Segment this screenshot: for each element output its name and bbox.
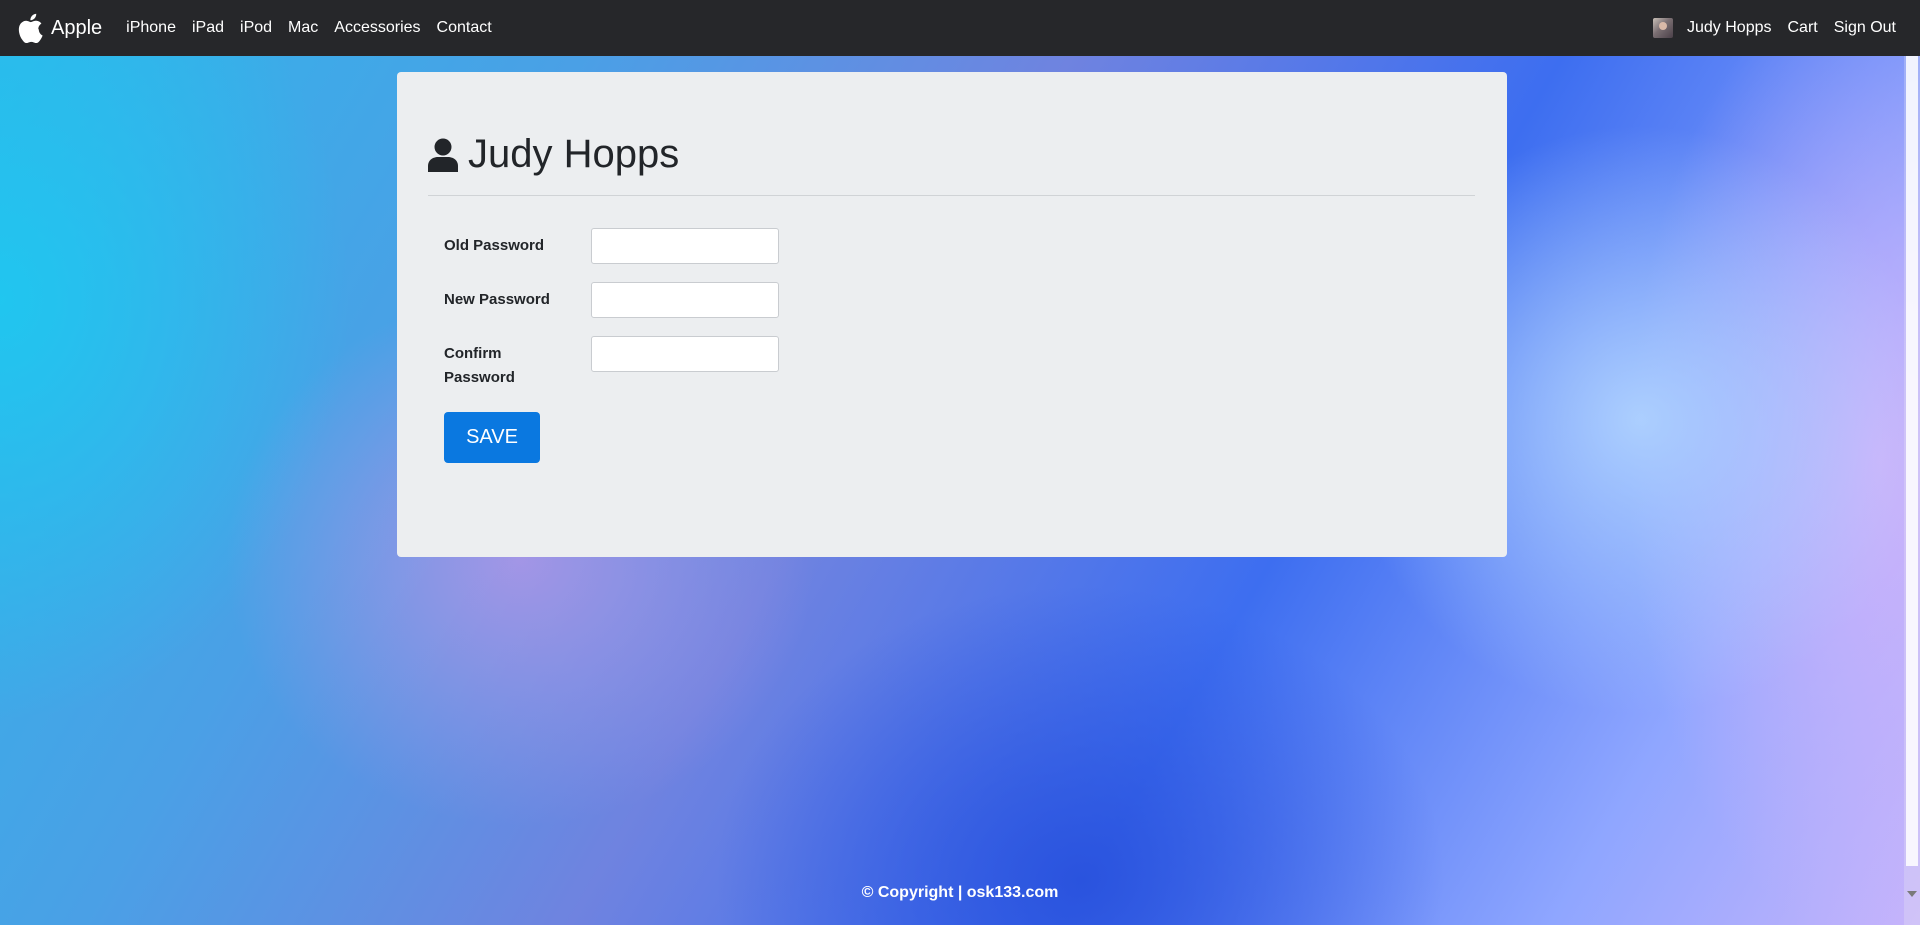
page-title: Judy Hopps bbox=[468, 132, 680, 176]
old-password-row: Old Password bbox=[444, 228, 779, 264]
main-nav: iPhone iPad iPod Mac Accessories Contact bbox=[126, 19, 508, 37]
nav-link-cart[interactable]: Cart bbox=[1788, 19, 1818, 37]
nav-link-accessories[interactable]: Accessories bbox=[334, 19, 420, 37]
user-avatar[interactable] bbox=[1653, 18, 1673, 38]
new-password-row: New Password bbox=[444, 282, 779, 318]
confirm-password-row: Confirm Password bbox=[444, 336, 779, 390]
new-password-label: New Password bbox=[444, 291, 550, 308]
profile-header: Judy Hopps bbox=[428, 132, 679, 177]
scroll-down-arrow-icon[interactable] bbox=[1907, 891, 1917, 897]
nav-link-ipad[interactable]: iPad bbox=[192, 19, 224, 37]
save-button[interactable]: SAVE bbox=[444, 412, 540, 463]
apple-icon bbox=[17, 13, 43, 43]
scrollbar-thumb[interactable] bbox=[1906, 56, 1918, 866]
confirm-password-label: Confirm Password bbox=[444, 345, 515, 386]
old-password-label: Old Password bbox=[444, 237, 545, 254]
footer-copyright: © Copyright | osk133.com bbox=[861, 884, 1059, 901]
new-password-field[interactable] bbox=[591, 282, 779, 318]
nav-link-profile[interactable]: Judy Hopps bbox=[1687, 19, 1772, 37]
nav-link-sign-out[interactable]: Sign Out bbox=[1834, 19, 1896, 37]
brand-link[interactable]: Apple bbox=[17, 13, 102, 43]
nav-link-mac[interactable]: Mac bbox=[288, 19, 318, 37]
user-nav: Judy Hopps Cart Sign Out bbox=[1653, 18, 1896, 38]
user-icon bbox=[428, 138, 458, 172]
brand-name: Apple bbox=[51, 16, 103, 39]
page-scrollbar[interactable] bbox=[1904, 56, 1920, 925]
nav-link-contact[interactable]: Contact bbox=[437, 19, 492, 37]
change-password-card: Judy Hopps Old Password New Password Con… bbox=[397, 72, 1507, 557]
nav-link-iphone[interactable]: iPhone bbox=[126, 19, 176, 37]
top-navbar: Apple iPhone iPad iPod Mac Accessories C… bbox=[0, 0, 1920, 56]
old-password-field[interactable] bbox=[591, 228, 779, 264]
nav-link-ipod[interactable]: iPod bbox=[240, 19, 272, 37]
title-divider bbox=[428, 195, 1475, 196]
confirm-password-field[interactable] bbox=[591, 336, 779, 372]
